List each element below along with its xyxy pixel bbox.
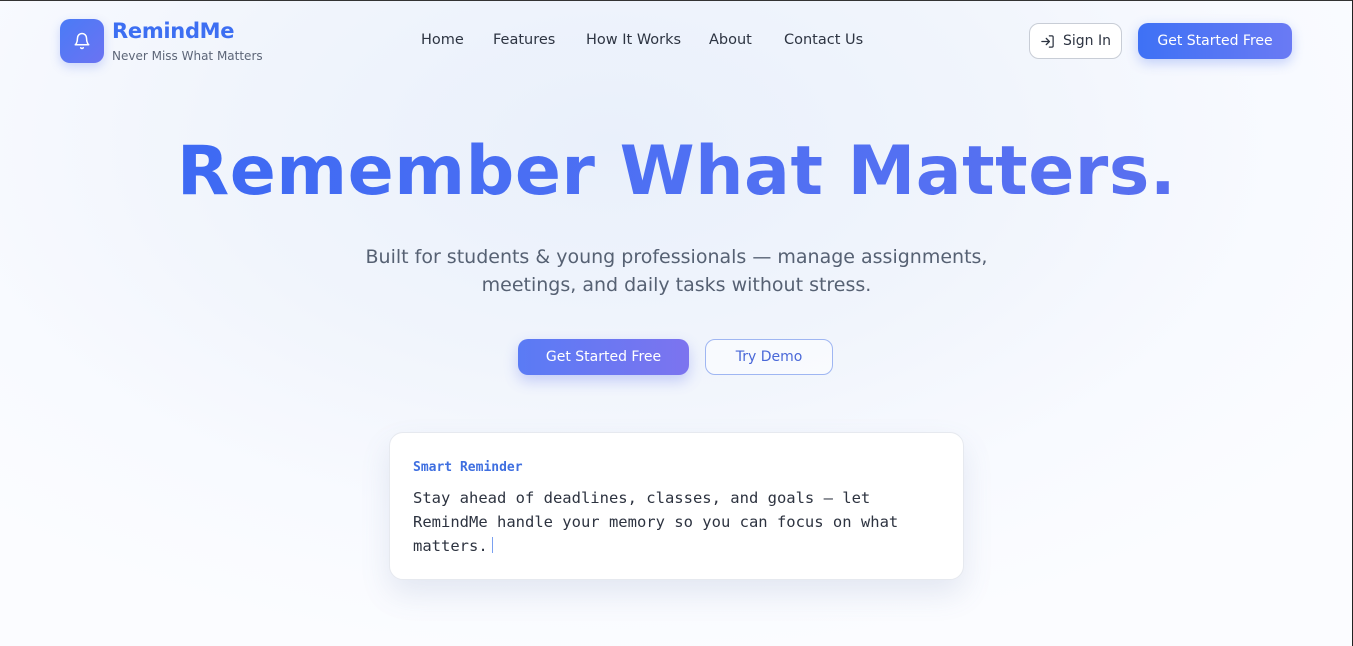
card-text-line-3: matters.: [413, 534, 943, 558]
hero-title: Remember What Matters.: [0, 132, 1353, 211]
hero-get-started-button[interactable]: Get Started Free: [518, 339, 689, 375]
logo[interactable]: [60, 19, 104, 63]
card-label: Smart Reminder: [413, 460, 523, 475]
nav-item-contact-us[interactable]: Contact Us: [784, 32, 863, 48]
brand-tagline: Never Miss What Matters: [112, 49, 263, 63]
card-text-line-3-text: matters.: [413, 537, 488, 555]
card-text-line-1: Stay ahead of deadlines, classes, and go…: [413, 489, 871, 507]
try-demo-button[interactable]: Try Demo: [705, 339, 833, 375]
header-get-started-button[interactable]: Get Started Free: [1138, 23, 1292, 59]
brand-name[interactable]: RemindMe: [112, 19, 235, 43]
card-text: Stay ahead of deadlines, classes, and go…: [413, 486, 943, 558]
nav-item-home[interactable]: Home: [421, 32, 464, 48]
nav-item-features[interactable]: Features: [493, 32, 555, 48]
hero-subtitle-line-2: meetings, and daily tasks without stress…: [481, 274, 872, 296]
typing-cursor: [491, 537, 493, 553]
nav-item-about[interactable]: About: [709, 32, 752, 48]
hero-subtitle: Built for students & young professionals…: [0, 243, 1353, 299]
nav-item-how-it-works[interactable]: How It Works: [586, 32, 681, 48]
login-icon: [1041, 34, 1054, 48]
card-text-line-2: RemindMe handle your memory so you can f…: [413, 513, 899, 531]
bell-icon: [74, 32, 90, 50]
smart-reminder-card: Smart Reminder Stay ahead of deadlines, …: [389, 432, 964, 580]
sign-in-button[interactable]: Sign In: [1029, 23, 1122, 59]
site-header: RemindMe Never Miss What Matters Home Fe…: [0, 0, 1353, 82]
hero-subtitle-line-1: Built for students & young professionals…: [365, 246, 988, 268]
sign-in-label: Sign In: [1063, 33, 1111, 49]
